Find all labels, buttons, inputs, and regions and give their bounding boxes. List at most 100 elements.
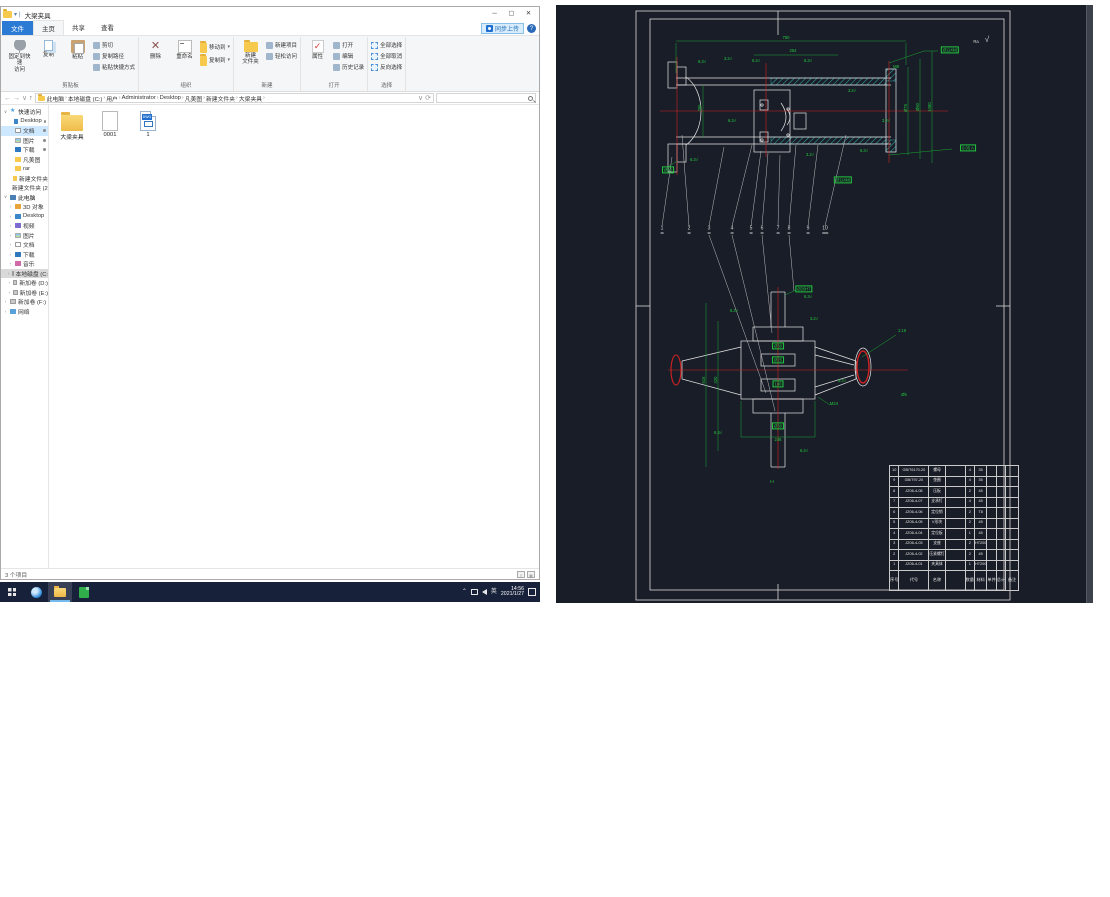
ribbon-button[interactable]: 重命名 — [171, 38, 198, 60]
ribbon-button[interactable]: 复制路径 — [93, 51, 135, 61]
ribbon-button[interactable]: 新建项目 — [266, 40, 297, 50]
minimize-button[interactable]: ─ — [486, 8, 503, 21]
taskbar-explorer-button[interactable] — [48, 582, 72, 602]
breadcrumb-separator-icon[interactable]: › — [103, 95, 105, 101]
search-box[interactable] — [436, 93, 536, 103]
breadcrumb-segment[interactable]: 此电脑 — [47, 94, 64, 103]
file-item-0001[interactable]: 0001 — [93, 111, 127, 138]
ribbon-button[interactable]: 剪切 — [93, 40, 135, 50]
search-input[interactable] — [437, 94, 528, 102]
sidebar-item-音乐[interactable]: ›音乐 — [1, 259, 48, 269]
cad-scrollbar[interactable] — [1086, 5, 1093, 603]
breadcrumb-separator-icon[interactable]: › — [65, 95, 67, 101]
breadcrumb-separator-icon[interactable]: › — [119, 95, 121, 101]
breadcrumb-separator-icon[interactable]: › — [157, 95, 159, 101]
address-dropdown-icon[interactable]: ∨ — [418, 95, 423, 102]
back-icon[interactable]: ← — [4, 95, 11, 102]
action-center-icon[interactable] — [528, 588, 536, 596]
sidebar-item-网络[interactable]: ›网络 — [1, 307, 48, 317]
navigation-pane: ∨★快速访问Desktop文档图片下载凡美图rar新建文件夹新建文件夹 (2)∨… — [1, 105, 49, 568]
breadcrumb-segment[interactable]: 新建文件夹 — [206, 94, 235, 103]
ribbon-button[interactable]: ✓属性 — [304, 38, 331, 60]
sidebar-item-Desktop[interactable]: ›Desktop — [1, 212, 48, 222]
ribbon-button[interactable]: 粘贴快捷方式 — [93, 62, 135, 72]
sidebar-item-视频[interactable]: ›视频 — [1, 221, 48, 231]
breadcrumb-segment[interactable]: Desktop — [160, 95, 181, 101]
up-icon[interactable]: ↑ — [29, 95, 33, 102]
ribbon-button[interactable]: 反向选择 — [371, 62, 402, 72]
item-count: 3 个项目 — [5, 570, 27, 579]
maximize-button[interactable]: ▢ — [503, 8, 520, 21]
sidebar-item-Desktop[interactable]: Desktop — [1, 117, 48, 127]
sidebar-item-文档[interactable]: ›文档 — [1, 240, 48, 250]
sidebar-item-新加卷 (F:)[interactable]: ›新加卷 (F:) — [1, 297, 48, 307]
close-button[interactable]: ✕ — [520, 8, 537, 21]
file-item-1[interactable]: DWG1 — [131, 111, 165, 138]
ribbon-button[interactable]: 固定到快速 访问 — [6, 38, 33, 73]
tab-共享[interactable]: 共享 — [64, 20, 93, 35]
breadcrumb-separator-icon[interactable]: › — [263, 95, 265, 101]
taskbar-green-app-button[interactable] — [72, 582, 96, 602]
sidebar-section-快速访问[interactable]: ∨★快速访问 — [1, 107, 48, 117]
ribbon-button[interactable]: ✕删除 — [142, 38, 169, 60]
sidebar-item-本地磁盘 (C:)[interactable]: ›本地磁盘 (C:) — [1, 269, 48, 279]
ribbon-button[interactable]: 全部选择 — [371, 40, 402, 50]
details-view-icon[interactable]: ≡ — [517, 571, 525, 578]
sidebar-item-新建文件夹 (2)[interactable]: 新建文件夹 (2) — [1, 183, 48, 193]
sidebar-item-下载[interactable]: 下载 — [1, 145, 48, 155]
breadcrumb-separator-icon[interactable]: › — [203, 95, 205, 101]
qat-customize-icon[interactable]: ▾ — [14, 12, 17, 18]
start-button[interactable] — [0, 582, 24, 602]
tab-主页[interactable]: 主页 — [33, 20, 64, 35]
file-item-大梁夹具[interactable]: 大梁夹具 — [55, 111, 89, 141]
cloud-sync-button[interactable]: 同步上传 — [481, 23, 524, 34]
breadcrumb-segment[interactable]: Administrator — [122, 95, 156, 101]
ribbon-button[interactable]: 全部取消 — [371, 51, 402, 61]
ime-indicator[interactable]: 英 — [491, 589, 497, 595]
ribbon-button[interactable]: 移动到▾ — [200, 41, 230, 52]
tray-expand-icon[interactable]: ⌃ — [462, 589, 467, 595]
sidebar-item-新建文件夹[interactable]: 新建文件夹 — [1, 174, 48, 184]
breadcrumb-separator-icon[interactable]: › — [236, 95, 238, 101]
network-icon[interactable] — [471, 589, 478, 595]
ribbon-button[interactable]: 新建 文件夹 — [237, 38, 264, 66]
sidebar-item-新加卷 (D:)[interactable]: ›新加卷 (D:) — [1, 278, 48, 288]
sidebar-item-rar[interactable]: rar — [1, 164, 48, 174]
sidebar-item-文档[interactable]: 文档 — [1, 126, 48, 136]
quick-access-toolbar[interactable]: ▾ | — [3, 11, 21, 18]
recent-locations-icon[interactable]: ∨ — [22, 95, 27, 102]
sidebar-item-凡美图[interactable]: 凡美图 — [1, 155, 48, 165]
sidebar-item-图片[interactable]: ›图片 — [1, 231, 48, 241]
sidebar-item-新加卷 (E:)[interactable]: ›新加卷 (E:) — [1, 288, 48, 298]
breadcrumb-segment[interactable]: 本地磁盘 (C:) — [68, 94, 102, 103]
clock[interactable]: 14:56 2021/1/27 — [501, 587, 524, 597]
taskbar-browser-button[interactable] — [24, 582, 48, 602]
sidebar-item-3D 对象[interactable]: ›3D 对象 — [1, 202, 48, 212]
ribbon-button[interactable]: 历史记录 — [333, 62, 364, 72]
refresh-icon[interactable]: ⟳ — [425, 95, 431, 102]
breadcrumb-separator-icon[interactable]: › — [182, 95, 184, 101]
ribbon-button[interactable]: 轻松访问 — [266, 51, 297, 61]
explorer-window: ▾ | 大梁夹具 ─ ▢ ✕ 文件 主页共享查看 同步上传 ? 固定到快速 访问… — [0, 6, 540, 580]
breadcrumb[interactable]: 此电脑›本地磁盘 (C:)›用户›Administrator›Desktop›凡… — [35, 93, 434, 103]
breadcrumb-segment[interactable]: 用户 — [106, 94, 118, 103]
forward-icon[interactable]: → — [13, 95, 20, 102]
breadcrumb-segment[interactable]: 凡美图 — [185, 94, 202, 103]
sidebar-section-此电脑[interactable]: ∨此电脑 — [1, 193, 48, 203]
tab-查看[interactable]: 查看 — [93, 20, 122, 35]
ribbon-button[interactable]: 粘贴 — [64, 38, 91, 60]
sidebar-item-图片[interactable]: 图片 — [1, 136, 48, 146]
ribbon-button[interactable]: 打开 — [333, 40, 364, 50]
tab-file[interactable]: 文件 — [2, 21, 33, 35]
sidebar-item-下载[interactable]: ›下载 — [1, 250, 48, 260]
volume-icon[interactable] — [482, 589, 487, 595]
pin-icon — [43, 129, 46, 132]
help-icon[interactable]: ? — [527, 24, 536, 33]
breadcrumb-segment[interactable]: 大梁夹具 — [239, 94, 262, 103]
history-icon — [333, 64, 340, 71]
ribbon-button[interactable]: 编辑 — [333, 51, 364, 61]
thumbnail-view-icon[interactable]: ▦ — [527, 571, 535, 578]
ribbon-button[interactable]: 复制到▾ — [200, 54, 230, 65]
ribbon-button[interactable]: 复制 — [35, 38, 62, 58]
search-icon[interactable] — [528, 96, 533, 101]
